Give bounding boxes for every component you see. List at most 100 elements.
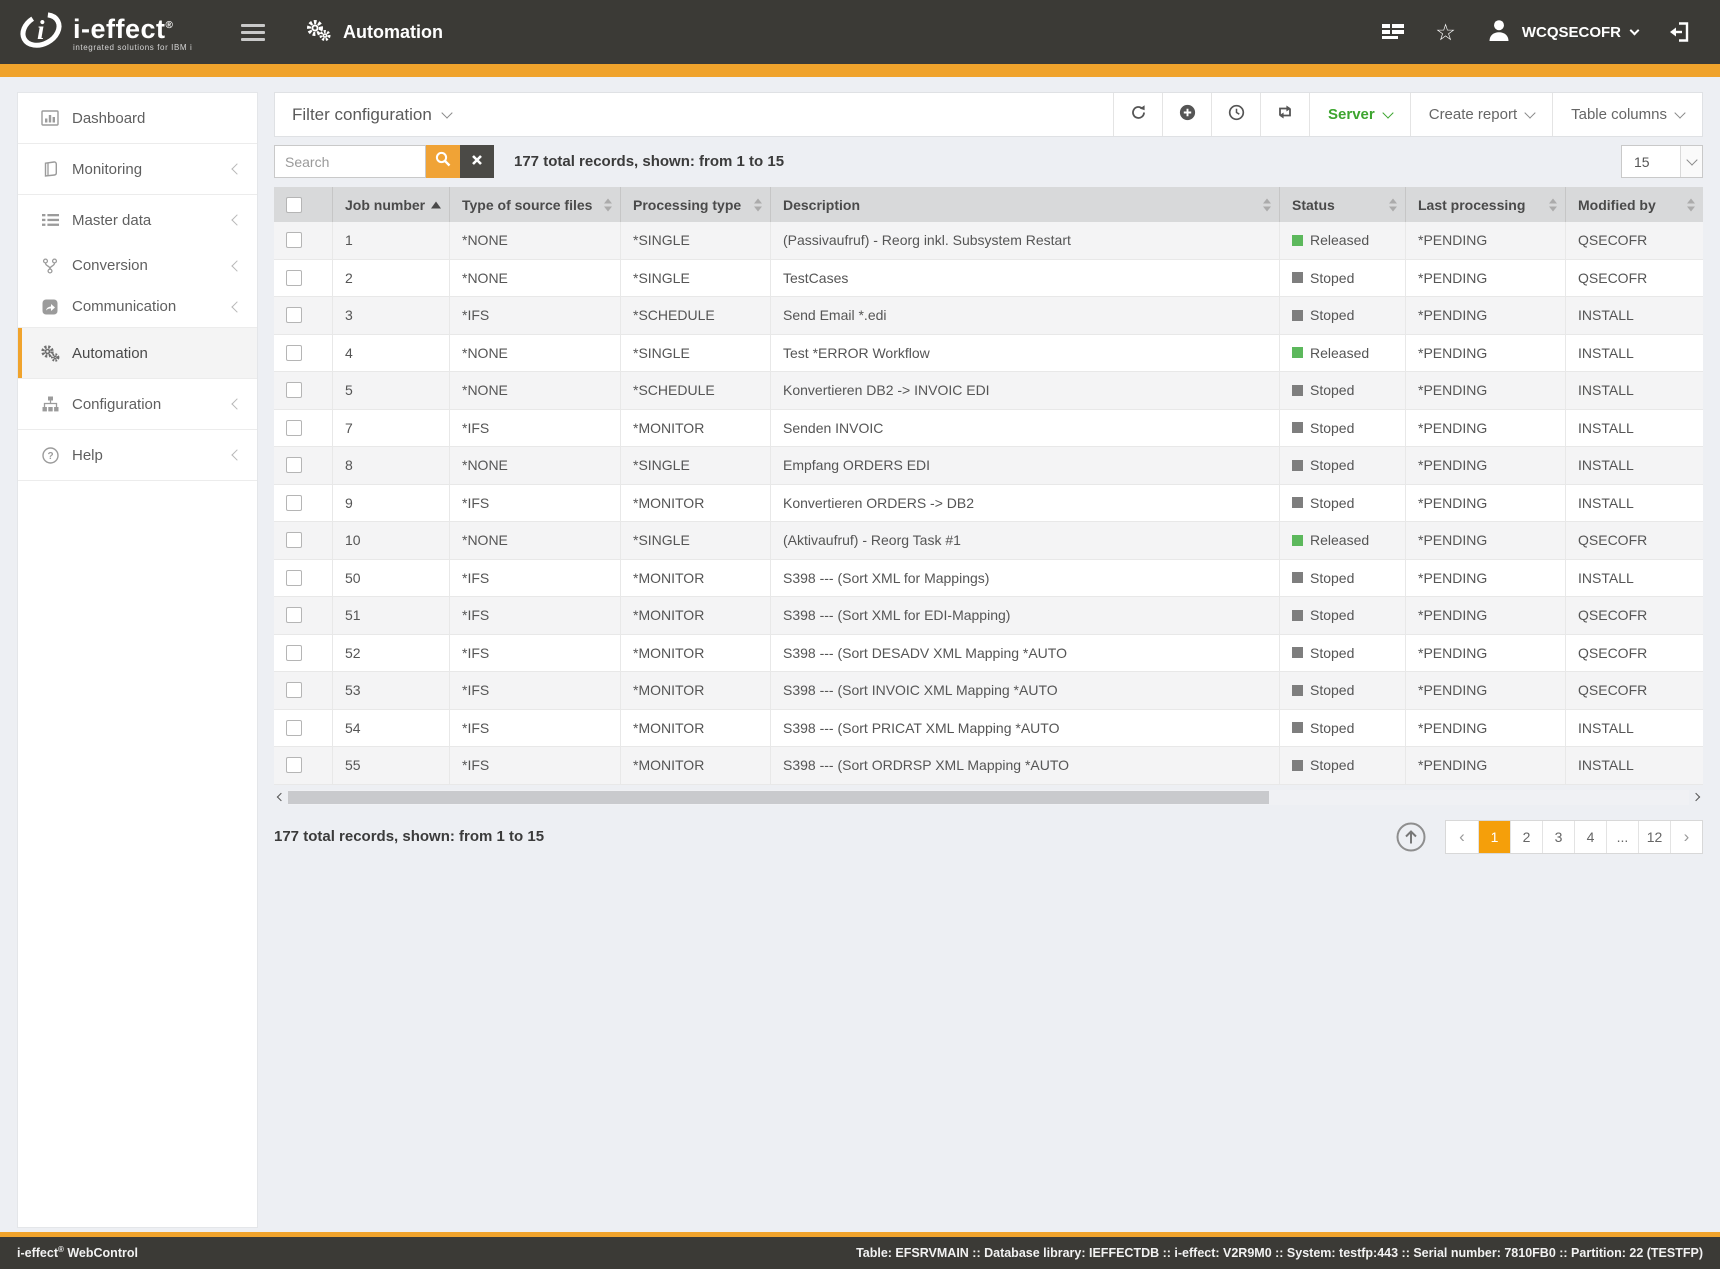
scroll-left-icon[interactable] [274,794,288,800]
sidebar: Dashboard Monitoring Master data [17,92,258,1228]
cell-modified-by: QSECOFR [1566,672,1703,709]
table-row[interactable]: 10*NONE*SINGLE(Aktivaufruf) - Reorg Task… [274,522,1703,560]
pagination: ‹1234...12› [1445,820,1703,854]
column-header-modified-by[interactable]: Modified by [1566,187,1703,222]
table-row[interactable]: 54*IFS*MONITORS398 --- (Sort PRICAT XML … [274,710,1703,748]
row-checkbox[interactable] [286,645,302,661]
table-header: Job number Type of source files Processi… [274,187,1703,222]
cell-source-type: *NONE [450,335,621,372]
table-row[interactable]: 52*IFS*MONITORS398 --- (Sort DESADV XML … [274,635,1703,673]
status-square [1292,647,1303,658]
table-row[interactable]: 51*IFS*MONITORS398 --- (Sort XML for EDI… [274,597,1703,635]
row-checkbox[interactable] [286,495,302,511]
page-button-1[interactable]: 1 [1478,821,1510,853]
previous-page-button[interactable]: ‹ [1446,821,1478,853]
add-button[interactable] [1162,93,1211,136]
server-list-icon[interactable] [1381,23,1405,41]
row-checkbox[interactable] [286,457,302,473]
row-checkbox[interactable] [286,232,302,248]
scrollbar-thumb[interactable] [288,791,1269,804]
chevron-left-icon [231,398,242,409]
sidebar-item-conversion[interactable]: Conversion [18,245,257,286]
back-to-top-button[interactable] [1395,821,1427,853]
server-menu[interactable]: Server [1309,93,1410,136]
table-row[interactable]: 3*IFS*SCHEDULESend Email *.ediStoped*PEN… [274,297,1703,335]
row-checkbox[interactable] [286,420,302,436]
table-row[interactable]: 5*NONE*SCHEDULEKonvertieren DB2 -> INVOI… [274,372,1703,410]
sort-icon [1549,198,1557,211]
sort-icon [1389,198,1397,211]
table-row[interactable]: 53*IFS*MONITORS398 --- (Sort INVOIC XML … [274,672,1703,710]
automation-icon [39,344,61,362]
row-checkbox[interactable] [286,757,302,773]
cell-job-number: 51 [333,597,450,634]
page-button-4[interactable]: 4 [1574,821,1606,853]
sidebar-item-automation[interactable]: Automation [18,328,257,378]
clear-search-button[interactable] [460,145,494,178]
row-checkbox[interactable] [286,270,302,286]
cell-job-number: 3 [333,297,450,334]
row-checkbox[interactable] [286,307,302,323]
table-row[interactable]: 8*NONE*SINGLEEmpfang ORDERS EDIStoped*PE… [274,447,1703,485]
cell-last-processing: *PENDING [1406,710,1566,747]
table-row[interactable]: 4*NONE*SINGLETest *ERROR WorkflowRelease… [274,335,1703,373]
row-checkbox[interactable] [286,532,302,548]
cell-description: S398 --- (Sort INVOIC XML Mapping *AUTO [771,672,1280,709]
row-checkbox[interactable] [286,682,302,698]
sidebar-item-monitoring[interactable]: Monitoring [18,144,257,194]
app-logo[interactable]: i i-effect® integrated solutions for IBM… [0,7,225,58]
sidebar-item-configuration[interactable]: Configuration [18,379,257,429]
hamburger-icon[interactable] [241,20,265,45]
table-row[interactable]: 7*IFS*MONITORSenden INVOICStoped*PENDING… [274,410,1703,448]
scroll-right-icon[interactable] [1689,794,1703,800]
scrollbar-track[interactable] [288,790,1689,805]
transfer-button[interactable] [1260,93,1309,136]
table-row[interactable]: 50*IFS*MONITORS398 --- (Sort XML for Map… [274,560,1703,598]
table-columns-menu[interactable]: Table columns [1552,93,1702,136]
next-page-button[interactable]: › [1670,821,1702,853]
column-header-processing-type[interactable]: Processing type [621,187,771,222]
logout-icon[interactable] [1668,20,1692,44]
sidebar-item-master-data[interactable]: Master data [18,195,257,245]
page-size-select[interactable]: 15 [1621,145,1703,178]
star-icon[interactable]: ☆ [1435,22,1456,42]
search-row: 177 total records, shown: from 1 to 15 1… [274,145,1703,178]
filter-configuration-menu[interactable]: Filter configuration [275,105,451,125]
cell-last-processing: *PENDING [1406,410,1566,447]
page-button-3[interactable]: 3 [1542,821,1574,853]
column-header-status[interactable]: Status [1280,187,1406,222]
chevron-left-icon [231,214,242,225]
column-header-job-number[interactable]: Job number [333,187,450,222]
page-button-12[interactable]: 12 [1638,821,1670,853]
cell-status: Stoped [1280,672,1406,709]
chevron-left-icon [231,449,242,460]
sidebar-item-help[interactable]: ? Help [18,430,257,480]
divider [18,480,257,481]
page-button-...[interactable]: ... [1606,821,1638,853]
table-row[interactable]: 1*NONE*SINGLE(Passivaufruf) - Reorg inkl… [274,222,1703,260]
column-header-last-processing[interactable]: Last processing [1406,187,1566,222]
search-button[interactable] [426,145,460,178]
refresh-button[interactable] [1113,93,1162,136]
sidebar-item-communication[interactable]: Communication [18,286,257,327]
create-report-menu[interactable]: Create report [1410,93,1552,136]
column-header-source-type[interactable]: Type of source files [450,187,621,222]
sidebar-item-dashboard[interactable]: Dashboard [18,93,257,143]
row-checkbox[interactable] [286,382,302,398]
select-all-checkbox[interactable] [286,197,302,213]
refresh-icon [1130,104,1147,126]
page-button-2[interactable]: 2 [1510,821,1542,853]
history-button[interactable] [1211,93,1260,136]
table-row[interactable]: 55*IFS*MONITORS398 --- (Sort ORDRSP XML … [274,747,1703,785]
row-checkbox[interactable] [286,345,302,361]
table-row[interactable]: 2*NONE*SINGLETestCasesStoped*PENDINGQSEC… [274,260,1703,298]
table-row[interactable]: 9*IFS*MONITORKonvertieren ORDERS -> DB2S… [274,485,1703,523]
user-menu[interactable]: WCQSECOFR [1486,18,1638,46]
row-checkbox[interactable] [286,720,302,736]
row-checkbox[interactable] [286,570,302,586]
row-checkbox[interactable] [286,607,302,623]
chevron-left-icon [231,301,242,312]
search-input[interactable] [274,145,426,178]
cell-status: Released [1280,335,1406,372]
column-header-description[interactable]: Description [771,187,1280,222]
